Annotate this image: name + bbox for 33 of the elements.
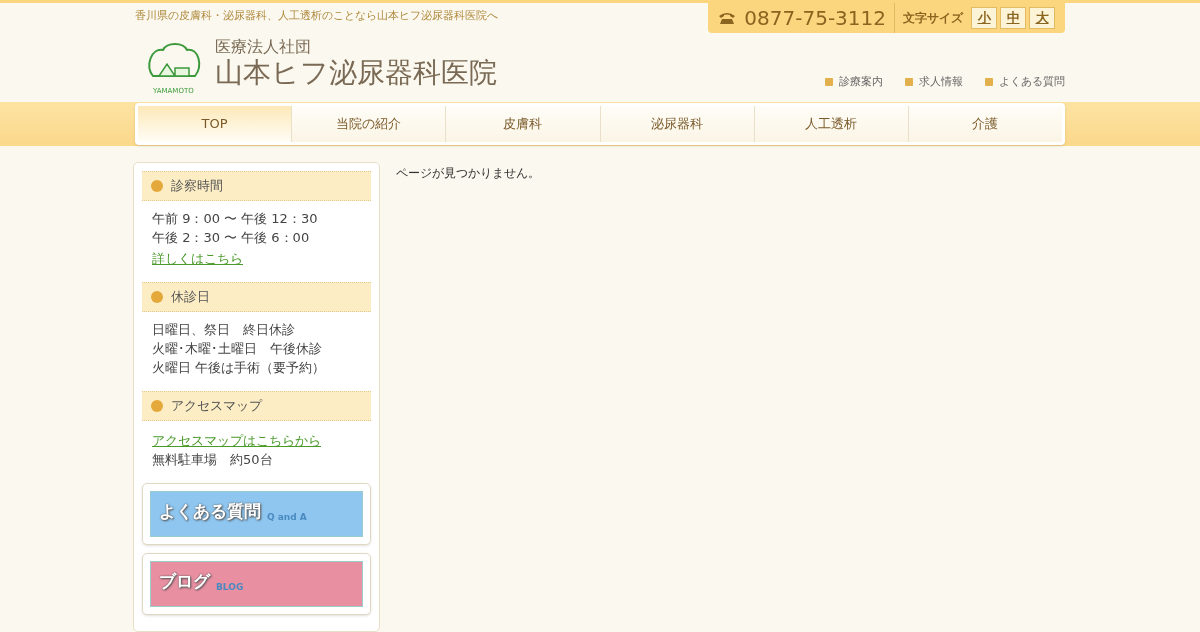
- telephone-icon: [718, 11, 737, 26]
- header-link[interactable]: 診療案内: [825, 73, 883, 91]
- nav-tab[interactable]: 皮膚科: [445, 106, 600, 143]
- nav-tab[interactable]: 泌尿器科: [599, 106, 754, 143]
- logo-subtitle: 医療法人社団: [215, 38, 312, 55]
- section-title: アクセスマップ: [171, 397, 262, 416]
- not-found-message: ページが見つかりません。: [396, 165, 540, 182]
- bullet-icon: [905, 78, 913, 86]
- bullet-icon: [825, 78, 833, 86]
- info-text: 午前 9：00 〜 午後 12：30: [152, 210, 319, 228]
- nav-tab[interactable]: 当院の紹介: [291, 106, 446, 143]
- bullet-icon: [985, 78, 993, 86]
- info-text: 日曜日、祭日 終日休診: [152, 321, 296, 339]
- font-size-button[interactable]: 小: [971, 7, 997, 30]
- section-title: 休診日: [171, 288, 210, 307]
- nav-tab[interactable]: TOP: [138, 106, 292, 143]
- header-link[interactable]: 求人情報: [905, 73, 963, 91]
- header-link[interactable]: よくある質問: [985, 73, 1065, 91]
- tagline: 香川県の皮膚科・泌尿器科、人工透析のことなら山本ヒフ泌尿器科医院へ: [135, 8, 498, 25]
- nav-tab[interactable]: 人工透析: [753, 106, 908, 143]
- info-link[interactable]: アクセスマップはこちらから: [152, 431, 361, 450]
- section-title: 診察時間: [171, 177, 223, 196]
- info-text: 火曜日 午後は手術（要予約）: [152, 359, 327, 377]
- font-size-button[interactable]: 中: [1000, 7, 1026, 30]
- info-text: 午後 2：30 〜 午後 6：00: [152, 229, 311, 247]
- font-size-label: 文字サイズ: [903, 10, 963, 28]
- info-text: 火曜･木曜･土曜日 午後休診: [152, 340, 323, 358]
- info-link[interactable]: 詳しくはこちら: [152, 249, 361, 268]
- logo-title: 山本ヒフ泌尿器科医院: [215, 55, 497, 90]
- font-size-button[interactable]: 大: [1029, 7, 1055, 30]
- info-text: 無料駐車場 約50台: [152, 451, 274, 469]
- nav-tab[interactable]: 介護: [907, 106, 1063, 143]
- phone-number: 0877-75-3112: [744, 3, 895, 34]
